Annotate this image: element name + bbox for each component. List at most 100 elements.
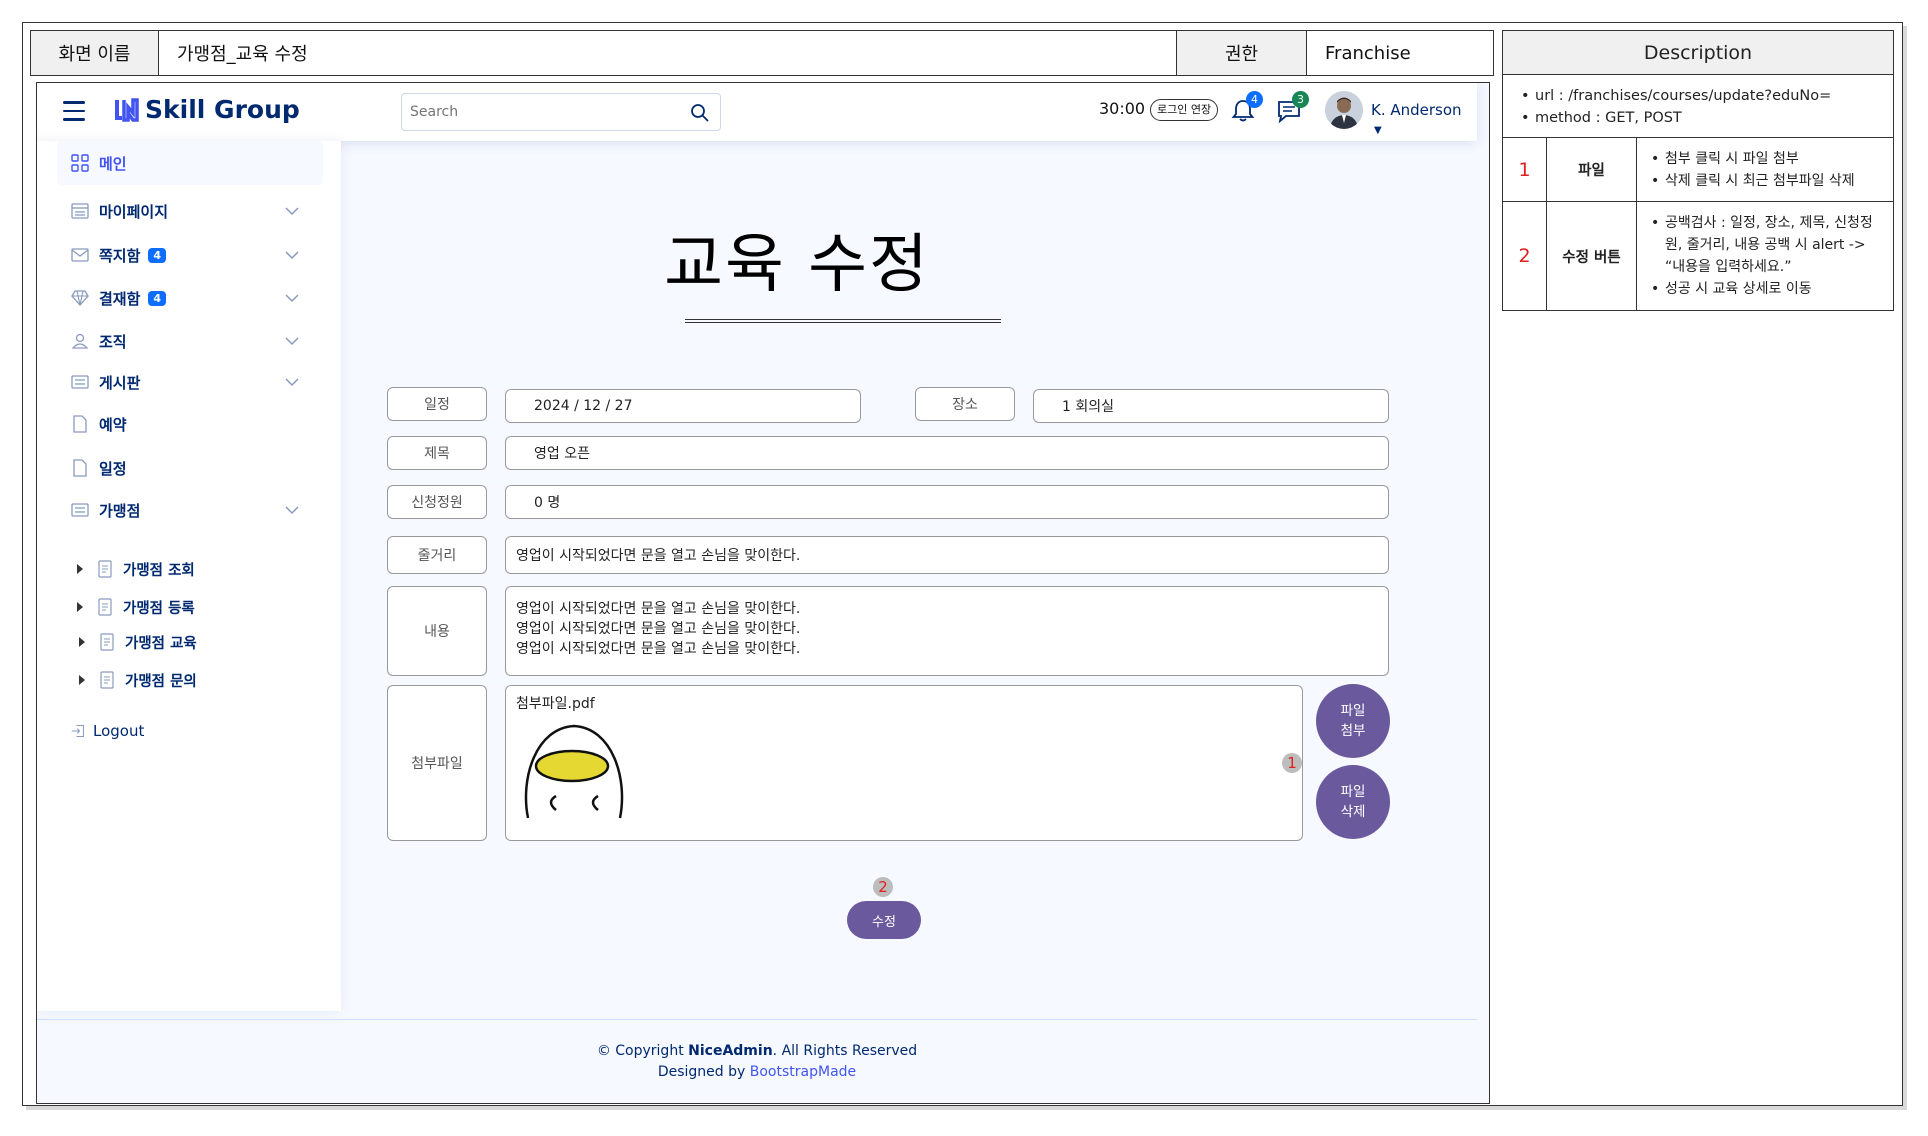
- sidebar-subitem-franchise-education[interactable]: 가맹점 교육: [79, 627, 197, 657]
- footer-copyright: © Copyright NiceAdmin. All Rights Reserv…: [37, 1041, 1477, 1062]
- user-dropdown[interactable]: K. Anderson ▼: [1371, 101, 1477, 137]
- sidebar-item-label: 일정: [99, 459, 127, 478]
- envelope-icon: [71, 248, 89, 262]
- sidebar-logout[interactable]: Logout: [57, 709, 323, 753]
- content-field[interactable]: 영업이 시작되었다면 문을 열고 손님을 맞이한다. 영업이 시작되었다면 문을…: [505, 586, 1389, 676]
- user-name: K. Anderson: [1371, 101, 1462, 119]
- caret-right-icon: [79, 675, 85, 685]
- sidebar-item-franchise[interactable]: 가맹점: [57, 488, 323, 532]
- designed-by-prefix: Designed by: [657, 1064, 750, 1080]
- description-item: 삭제 클릭 시 최근 첨부파일 삭제: [1651, 170, 1883, 192]
- copyright-prefix: © Copyright: [596, 1043, 689, 1059]
- attach-file-button[interactable]: 파일 첨부: [1316, 684, 1390, 758]
- caret-right-icon: [77, 564, 83, 574]
- document-icon: [98, 598, 112, 616]
- chevron-down-icon: [285, 378, 299, 387]
- title-underline: [685, 319, 1001, 323]
- approval-count-badge: 4: [148, 290, 167, 306]
- brand-logo[interactable]: Skill Group: [113, 95, 300, 124]
- search-icon[interactable]: [690, 103, 710, 123]
- schedule-field[interactable]: 2024 / 12 / 27: [505, 389, 861, 423]
- subject-field[interactable]: 영업 오픈: [505, 436, 1389, 470]
- sidebar-item-label: 쪽지함: [99, 246, 141, 265]
- description-meta: url : /franchises/courses/update?eduNo= …: [1503, 75, 1893, 138]
- delete-file-button-line: 파일: [1340, 784, 1366, 800]
- place-label: 장소: [915, 387, 1015, 421]
- session-timer: 30:00: [1099, 99, 1146, 118]
- menu-icon: [71, 203, 89, 219]
- caret-right-icon: [77, 602, 83, 612]
- sidebar-item-reservation[interactable]: 예약: [57, 402, 323, 446]
- search-input[interactable]: [402, 94, 672, 130]
- page-title: 교육 수정: [664, 228, 930, 302]
- sidebar-item-label: 예약: [99, 415, 127, 434]
- capacity-label: 신청정원: [387, 485, 487, 519]
- delete-file-button-line: 삭제: [1340, 804, 1366, 820]
- description-title: Description: [1503, 31, 1893, 75]
- permission-label: 권한: [1177, 31, 1307, 75]
- sidebar-subitem-franchise-list[interactable]: 가맹점 조회: [77, 554, 195, 584]
- logout-icon: [71, 725, 84, 737]
- attach-file-button-line: 파일: [1340, 703, 1366, 719]
- attachment-label: 첨부파일: [387, 685, 487, 841]
- login-extend-button[interactable]: 로그인 연장: [1150, 99, 1219, 121]
- sidebar-item-label: 가맹점: [99, 501, 141, 520]
- capacity-field[interactable]: 0 명: [505, 485, 1389, 519]
- notification-count-badge: 4: [1246, 91, 1263, 108]
- chevron-down-icon: [285, 207, 299, 216]
- screen-name-value: 가맹점_교육 수정: [159, 31, 1177, 75]
- attachment-preview-image: [524, 724, 624, 819]
- sidebar-item-mypage[interactable]: 마이페이지: [57, 189, 323, 233]
- description-method: method : GET, POST: [1521, 107, 1879, 129]
- sidebar: 메인 마이페이지 쪽지함 4 결재함 4 조직 게시판 예약 일정 가맹점 가맹…: [37, 141, 341, 1011]
- avatar[interactable]: [1325, 91, 1363, 129]
- description-row-text: 첨부 클릭 시 파일 첨부 삭제 클릭 시 최근 첨부파일 삭제: [1637, 138, 1893, 201]
- notifications-button[interactable]: 4: [1229, 91, 1263, 125]
- file-icon: [73, 415, 87, 433]
- user-avatar-icon: [1325, 91, 1363, 129]
- bootstrapmade-link[interactable]: BootstrapMade: [750, 1064, 856, 1080]
- message-count-badge: 3: [1292, 91, 1309, 108]
- description-item: 성공 시 교육 상세로 이동: [1651, 278, 1883, 300]
- hamburger-menu-icon[interactable]: [63, 101, 85, 121]
- delete-file-button[interactable]: 파일 삭제: [1316, 765, 1390, 839]
- summary-field[interactable]: 영업이 시작되었다면 문을 열고 손님을 맞이한다.: [505, 536, 1389, 574]
- description-row-label: 파일: [1547, 138, 1637, 201]
- sidebar-item-main[interactable]: 메인: [57, 141, 323, 185]
- document-icon: [98, 560, 112, 578]
- sidebar-item-label: 조직: [99, 332, 127, 351]
- sidebar-subitem-franchise-inquiry[interactable]: 가맹점 문의: [79, 665, 197, 695]
- caret-down-icon: ▼: [1374, 125, 1382, 136]
- footer: © Copyright NiceAdmin. All Rights Reserv…: [37, 1041, 1477, 1083]
- document-icon: [100, 633, 114, 651]
- sidebar-item-approval[interactable]: 결재함 4: [57, 276, 323, 320]
- logout-label: Logout: [93, 722, 145, 740]
- sidebar-item-schedule[interactable]: 일정: [57, 446, 323, 490]
- chevron-down-icon: [285, 251, 299, 260]
- place-field[interactable]: 1 회의실: [1033, 389, 1389, 423]
- document-icon: [100, 671, 114, 689]
- description-url: url : /franchises/courses/update?eduNo=: [1521, 85, 1879, 107]
- sidebar-item-label: 메인: [99, 154, 127, 173]
- sidebar-item-board[interactable]: 게시판: [57, 360, 323, 404]
- sidebar-item-organization[interactable]: 조직: [57, 319, 323, 363]
- sidebar-subitem-franchise-register[interactable]: 가맹점 등록: [77, 592, 195, 622]
- update-button[interactable]: 수정: [847, 901, 921, 939]
- schedule-label: 일정: [387, 387, 487, 421]
- description-row-number: 1: [1503, 138, 1547, 201]
- caret-right-icon: [79, 637, 85, 647]
- content-line: 영업이 시작되었다면 문을 열고 손님을 맞이한다.: [516, 601, 801, 617]
- description-row-text: 공백검사 : 일정, 장소, 제목, 신청정원, 줄거리, 내용 공백 시 al…: [1637, 202, 1893, 310]
- grid-icon: [71, 154, 89, 172]
- chevron-down-icon: [285, 337, 299, 346]
- sidebar-item-inbox[interactable]: 쪽지함 4: [57, 233, 323, 277]
- copyright-suffix: . All Rights Reserved: [772, 1043, 918, 1059]
- annotation-marker-1: 1: [1282, 753, 1302, 773]
- sidebar-item-label: 결재함: [99, 289, 141, 308]
- sidebar-subitem-label: 가맹점 조회: [123, 562, 195, 579]
- summary-label: 줄거리: [387, 536, 487, 574]
- topbar: Skill Group 30:00 로그인 연장 4 3: [37, 83, 1477, 141]
- person-icon: [71, 333, 89, 349]
- screen-header-table: 화면 이름 가맹점_교육 수정 권한 Franchise: [30, 30, 1494, 76]
- messages-button[interactable]: 3: [1275, 91, 1309, 125]
